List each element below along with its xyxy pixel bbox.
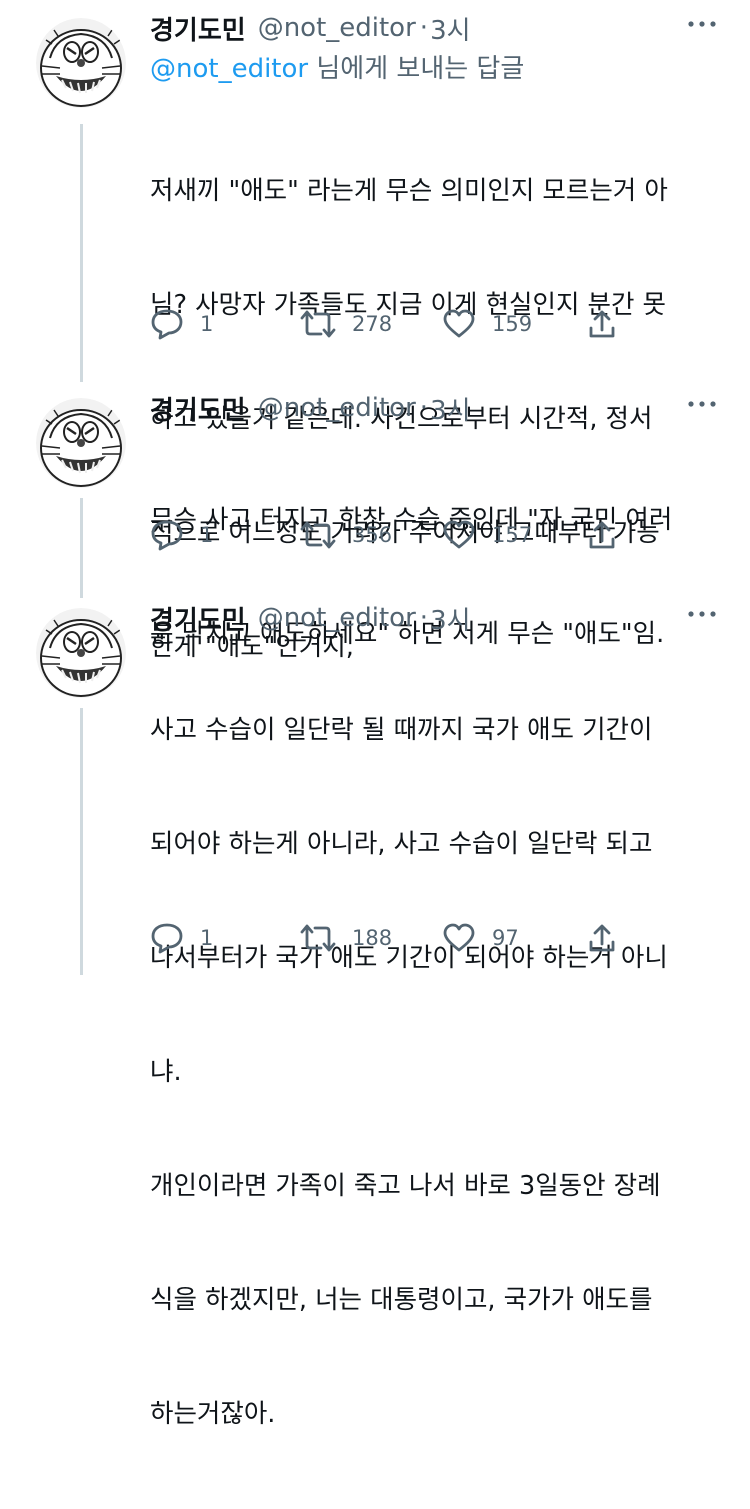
more-icon [688, 401, 716, 407]
tweet-header: 경기도민 @not_editor · 3시 [150, 598, 471, 638]
display-name[interactable]: 경기도민 [150, 10, 246, 47]
share-icon [589, 924, 615, 952]
user-handle[interactable]: @not_editor [258, 13, 416, 43]
reply-button[interactable]: 1 [150, 918, 213, 958]
tweet-actions: 1 278 159 [150, 304, 630, 344]
reply-count: 1 [200, 312, 214, 336]
avatar[interactable] [36, 608, 126, 698]
tweet-text-line: 되어야 하는게 아니라, 사고 수습이 일단락 되고 [150, 829, 653, 859]
retweet-count: 188 [352, 926, 393, 950]
avatar-doraemon [36, 18, 126, 108]
tweet-text-line: 냐. [150, 1057, 182, 1087]
like-icon [443, 520, 475, 549]
share-icon [589, 521, 615, 549]
display-name[interactable]: 경기도민 [150, 390, 246, 427]
display-name[interactable]: 경기도민 [150, 600, 246, 637]
tweet-actions: 1 188 97 [150, 918, 630, 958]
share-button[interactable] [587, 515, 633, 555]
avatar[interactable] [36, 18, 126, 108]
more-button[interactable] [684, 602, 720, 626]
tweet-header: 경기도민 @not_editor · 3시 [150, 8, 471, 48]
user-handle[interactable]: @not_editor [258, 393, 416, 423]
tweet[interactable]: 경기도민 @not_editor · 3시 무슨 사고 터지고 한창 수습 중인… [0, 388, 750, 649]
avatar[interactable] [36, 398, 126, 488]
separator-dot: · [419, 393, 429, 423]
tweet-text-line: 저새끼 "애도" 라는게 무슨 의미인지 모르는거 아 [150, 176, 668, 206]
share-icon [589, 310, 615, 338]
like-button[interactable]: 157 [442, 515, 532, 555]
tweet[interactable]: 경기도민 @not_editor · 3시 @not_editor 님에게 보내… [0, 8, 750, 662]
more-button[interactable] [684, 12, 720, 36]
like-button[interactable]: 97 [442, 918, 519, 958]
like-count: 159 [492, 312, 533, 336]
tweet-text-line: 하는거잖아. [150, 1399, 276, 1429]
tweet-text-line: 식을 하겠지만, 너는 대통령이고, 국가가 애도를 [150, 1285, 653, 1315]
reply-button[interactable]: 1 [150, 304, 213, 344]
separator-dot: · [419, 13, 429, 43]
retweet-count: 278 [352, 312, 393, 336]
timestamp[interactable]: 3시 [430, 10, 470, 47]
retweet-button[interactable]: 188 [300, 918, 392, 958]
retweet-button[interactable]: 278 [300, 304, 392, 344]
retweet-icon [300, 310, 336, 338]
like-icon [443, 923, 475, 952]
avatar-doraemon [36, 608, 126, 698]
mention-link[interactable]: @not_editor [150, 54, 308, 84]
more-icon [688, 21, 716, 27]
timestamp[interactable]: 3시 [430, 390, 470, 427]
like-button[interactable]: 159 [442, 304, 532, 344]
retweet-icon [300, 521, 336, 549]
reply-icon [151, 309, 183, 340]
like-count: 97 [492, 926, 519, 950]
timestamp[interactable]: 3시 [430, 600, 470, 637]
retweet-button[interactable]: 356 [300, 515, 392, 555]
separator-dot: · [419, 603, 429, 633]
tweet-text-line: 사고 수습이 일단락 될 때까지 국가 애도 기간이 [150, 715, 653, 745]
reply-button[interactable]: 1 [150, 515, 213, 555]
more-icon [688, 611, 716, 617]
replying-to-suffix: 님에게 보내는 답글 [308, 54, 525, 84]
tweet-text: 사고 수습이 일단락 될 때까지 국가 애도 기간이 되어야 하는게 아니라, … [150, 635, 720, 1509]
like-count: 157 [492, 523, 533, 547]
share-button[interactable] [587, 304, 633, 344]
retweet-count: 356 [352, 523, 393, 547]
tweet-text-line: 개인이라면 가족이 죽고 나서 바로 3일동안 장례 [150, 1171, 661, 1201]
replying-to: @not_editor 님에게 보내는 답글 [150, 48, 524, 85]
tweet[interactable]: 경기도민 @not_editor · 3시 사고 수습이 일단락 될 때까지 국… [0, 598, 750, 1429]
tweet-actions: 1 356 157 [150, 515, 630, 555]
tweet-header: 경기도민 @not_editor · 3시 [150, 388, 471, 428]
like-icon [443, 309, 475, 338]
reply-icon [151, 923, 183, 954]
user-handle[interactable]: @not_editor [258, 603, 416, 633]
reply-count: 1 [200, 926, 214, 950]
share-button[interactable] [587, 918, 633, 958]
reply-count: 1 [200, 523, 214, 547]
retweet-icon [300, 924, 336, 952]
more-button[interactable] [684, 392, 720, 416]
avatar-doraemon [36, 398, 126, 488]
reply-icon [151, 520, 183, 551]
